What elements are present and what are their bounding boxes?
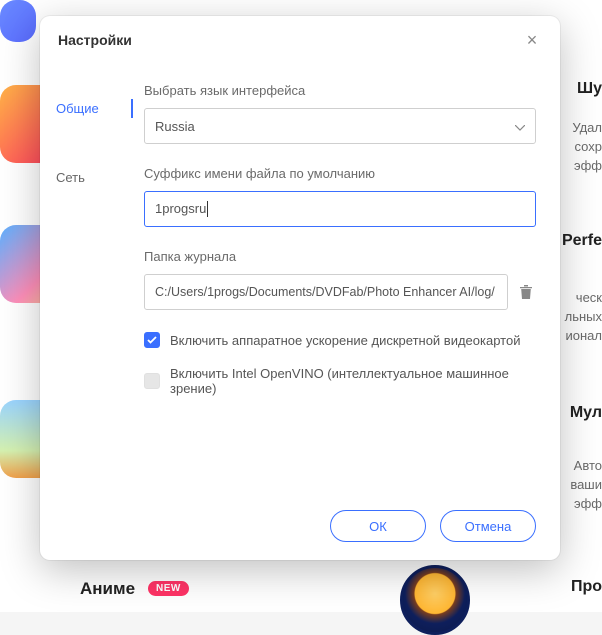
- logfolder-label: Папка журнала: [144, 249, 536, 264]
- suffix-field: Суффикс имени файла по умолчанию 1progsr…: [144, 166, 536, 227]
- bg-thumbnail: [0, 0, 36, 42]
- dialog-body: Общие Сеть Выбрать язык интерфейса Russi…: [40, 60, 560, 496]
- bg-desc: Удал: [572, 120, 602, 135]
- language-select[interactable]: Russia: [144, 108, 536, 144]
- bg-desc: эфф: [574, 158, 602, 173]
- bg-desc: сохр: [575, 139, 602, 154]
- bg-title: Мул: [570, 404, 602, 422]
- bg-title: Perfe: [562, 232, 602, 250]
- close-icon[interactable]: ×: [522, 30, 542, 50]
- language-value: Russia: [155, 119, 195, 134]
- dialog-footer: ОК Отмена: [40, 496, 560, 560]
- bg-desc: льных: [565, 309, 602, 324]
- dialog-title: Настройки: [58, 32, 132, 48]
- trash-icon[interactable]: [516, 282, 536, 302]
- logfolder-field: Папка журнала C:/Users/1progs/Documents/…: [144, 249, 536, 310]
- settings-content: Выбрать язык интерфейса Russia Суффикс и…: [134, 61, 560, 496]
- sidebar-item-label: Общие: [56, 101, 99, 116]
- chevron-down-icon: [515, 119, 525, 134]
- bg-title: Шу: [577, 80, 602, 98]
- checkbox-icon: [144, 332, 160, 348]
- anime-label: Аниме: [80, 579, 135, 599]
- sidebar: Общие Сеть: [40, 61, 134, 496]
- cancel-label: Отмена: [465, 519, 512, 534]
- checkbox-icon: [144, 373, 160, 389]
- hwaccel-row[interactable]: Включить аппаратное ускорение дискретной…: [144, 332, 536, 348]
- dialog-header: Настройки ×: [40, 16, 560, 60]
- logfolder-input[interactable]: C:/Users/1progs/Documents/DVDFab/Photo E…: [144, 274, 508, 310]
- sidebar-item-label: Сеть: [56, 170, 85, 185]
- cancel-button[interactable]: Отмена: [440, 510, 536, 542]
- sidebar-item-network[interactable]: Сеть: [40, 158, 133, 197]
- openvino-label: Включить Intel OpenVINO (интеллектуально…: [170, 366, 536, 396]
- avatar-image: [400, 565, 470, 635]
- settings-dialog: Настройки × Общие Сеть Выбрать язык инте…: [40, 16, 560, 560]
- logfolder-value: C:/Users/1progs/Documents/DVDFab/Photo E…: [155, 285, 495, 299]
- new-badge: NEW: [148, 581, 189, 596]
- language-label: Выбрать язык интерфейса: [144, 83, 536, 98]
- suffix-label: Суффикс имени файла по умолчанию: [144, 166, 536, 181]
- bg-desc: ческ: [576, 290, 602, 305]
- suffix-input[interactable]: 1progsru: [144, 191, 536, 227]
- bg-title: Про: [571, 578, 602, 596]
- suffix-value: 1progsru: [155, 201, 206, 216]
- openvino-row[interactable]: Включить Intel OpenVINO (интеллектуально…: [144, 366, 536, 396]
- hwaccel-label: Включить аппаратное ускорение дискретной…: [170, 333, 520, 348]
- bg-desc: Авто: [574, 458, 602, 473]
- bg-desc: эфф: [574, 496, 602, 511]
- bg-desc: ионал: [566, 328, 602, 343]
- language-field: Выбрать язык интерфейса Russia: [144, 83, 536, 144]
- ok-label: ОК: [369, 519, 387, 534]
- text-cursor: [207, 201, 208, 217]
- sidebar-item-general[interactable]: Общие: [40, 89, 133, 128]
- ok-button[interactable]: ОК: [330, 510, 426, 542]
- bg-desc: ваши: [570, 477, 602, 492]
